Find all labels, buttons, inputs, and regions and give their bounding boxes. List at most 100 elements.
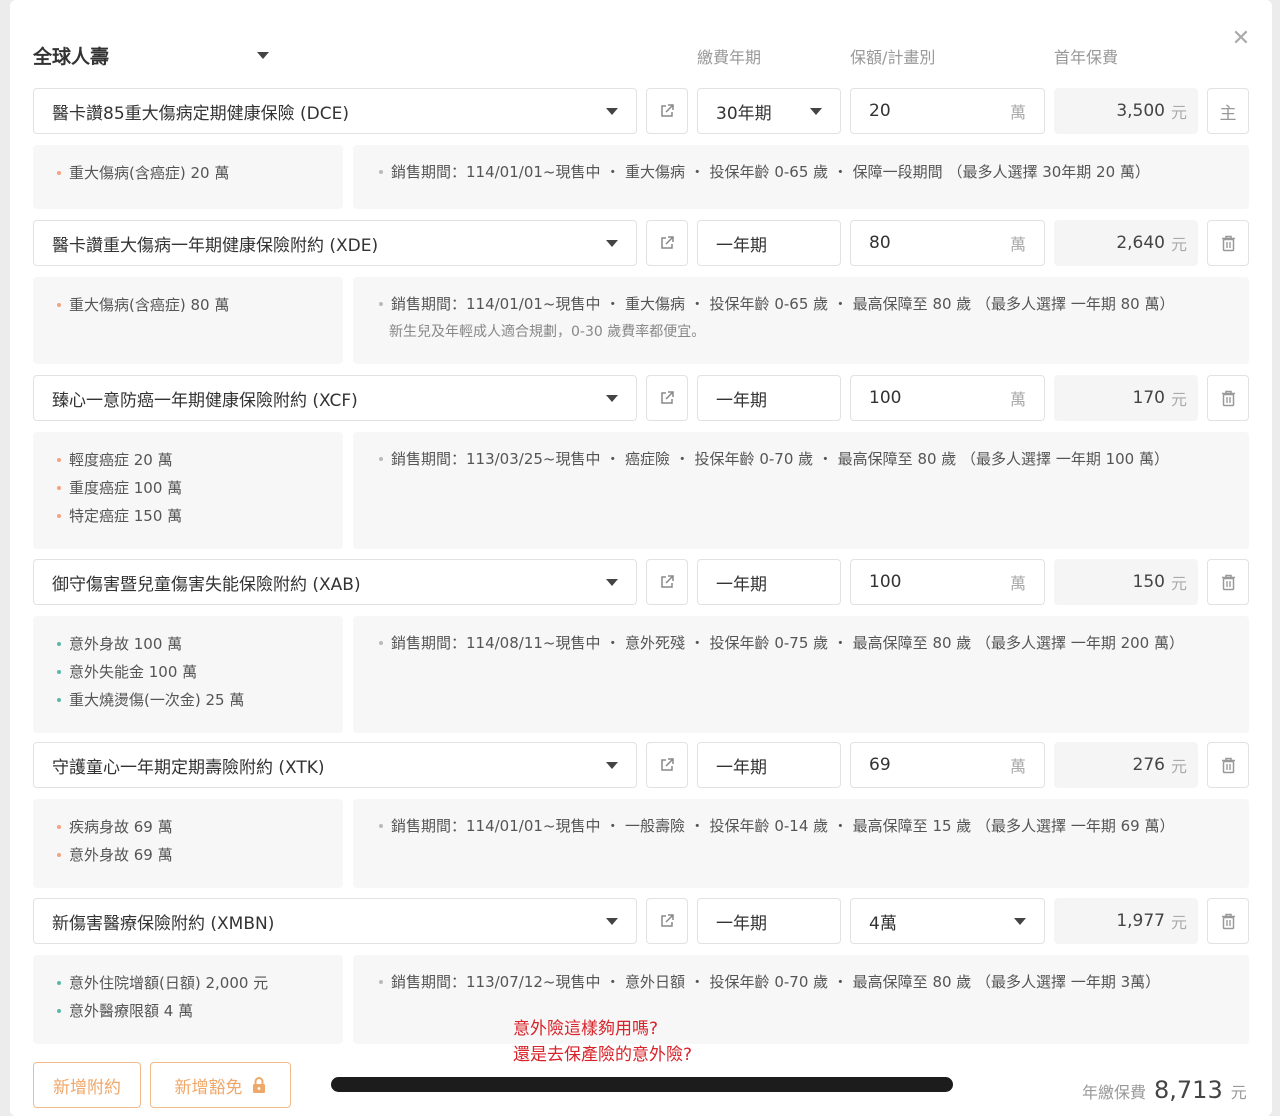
add-waiver-button[interactable]: 新增豁免 [150,1062,291,1108]
info-note: 新生兒及年輕成人適合規劃，0-30 歲費率都便宜。 [389,324,706,340]
note-line-2: 還是去保產險的意外險? [513,1045,693,1065]
chevron-down-icon [606,239,618,247]
close-icon: ✕ [1231,26,1251,51]
coverage-item: 意外住院增額(日額) 2,000 元 [57,969,343,997]
external-link-icon [659,913,675,929]
open-product-button[interactable] [646,898,688,944]
term-select[interactable]: 一年期 [697,742,841,788]
term-select[interactable]: 一年期 [697,898,841,944]
open-product-button[interactable] [646,220,688,266]
premium-value: 150 [1132,572,1165,592]
term-value: 一年期 [716,390,767,411]
product-select[interactable]: 臻心一意防癌一年期健康保險附約 (XCF) [33,375,637,421]
amount-input[interactable]: 69 萬 [850,742,1045,788]
product-info: 銷售期間：114/01/01~現售中 ・ 重大傷病 ・ 投保年齡 0-65 歲 … [353,277,1249,364]
amount-value: 100 [869,388,902,408]
term-value: 30年期 [716,103,772,124]
product-select[interactable]: 新傷害醫療保險附約 (XMBN) [33,898,637,944]
term-select[interactable]: 一年期 [697,375,841,421]
product-info: 銷售期間：113/07/12~現售中 ・ 意外日額 ・ 投保年齡 0-70 歲 … [353,955,1249,1044]
coverage-item: 輕度癌症 20 萬 [57,446,343,474]
premium-value: 276 [1132,755,1165,775]
coverage-item: 意外身故 69 萬 [57,841,343,869]
premium-value: 2,640 [1116,233,1165,253]
open-product-button[interactable] [646,742,688,788]
amount-input[interactable]: 100 萬 [850,559,1045,605]
coverage-list: 疾病身故 69 萬意外身故 69 萬 [33,799,343,888]
chevron-down-icon [606,107,618,115]
product-name: 醫卡讚重大傷病一年期健康保險附約 (XDE) [52,235,379,256]
trash-icon [1221,390,1236,407]
external-link-icon [659,574,675,590]
chevron-down-icon [606,761,618,769]
coverage-item: 意外身故 100 萬 [57,630,343,658]
term-select[interactable]: 一年期 [697,559,841,605]
delete-rider-button[interactable] [1207,742,1249,788]
coverage-item: 意外醫療限額 4 萬 [57,997,343,1025]
open-product-button[interactable] [646,559,688,605]
premium-unit: 元 [1170,103,1187,122]
amount-input[interactable]: 80 萬 [850,220,1045,266]
total-unit: 元 [1230,1083,1247,1102]
external-link-icon [659,390,675,406]
chevron-down-icon [1014,917,1026,925]
external-link-icon [659,235,675,251]
coverage-list: 重大傷病(含癌症) 80 萬 [33,277,343,364]
product-name: 守護童心一年期定期壽險附約 (XTK) [52,757,325,778]
amount-unit: 萬 [1009,574,1026,593]
chevron-down-icon [606,578,618,586]
product-select[interactable]: 御守傷害暨兒童傷害失能保險附約 (XAB) [33,559,637,605]
total-label: 年繳保費 [1082,1083,1147,1102]
premium-value: 3,500 [1116,101,1165,121]
amount-value: 69 [869,755,891,775]
product-select[interactable]: 醫卡讚重大傷病一年期健康保險附約 (XDE) [33,220,637,266]
premium-unit: 元 [1170,235,1187,254]
annual-premium-total: 年繳保費 8,713 元 [1082,1076,1247,1104]
main-badge-label: 主 [1219,103,1237,124]
delete-rider-button[interactable] [1207,220,1249,266]
product-info: 銷售期間：114/08/11~現售中 ・ 意外死殘 ・ 投保年齡 0-75 歲 … [353,616,1249,733]
amount-input[interactable]: 4萬 [850,898,1045,944]
header-amount: 保額/計畫別 [850,48,936,67]
premium-display: 1,977 元 [1054,898,1198,944]
product-select[interactable]: 守護童心一年期定期壽險附約 (XTK) [33,742,637,788]
delete-rider-button[interactable] [1207,375,1249,421]
premium-unit: 元 [1170,390,1187,409]
main-policy-badge: 主 [1207,88,1249,134]
amount-unit: 萬 [1009,235,1026,254]
product-name: 御守傷害暨兒童傷害失能保險附約 (XAB) [52,574,361,595]
amount-input[interactable]: 100 萬 [850,375,1045,421]
sales-info: 銷售期間：114/08/11~現售中 ・ 意外死殘 ・ 投保年齡 0-75 歲 … [379,629,1249,657]
coverage-item: 重大傷病(含癌症) 80 萬 [57,291,343,319]
amount-unit: 萬 [1009,390,1026,409]
premium-unit: 元 [1170,913,1187,932]
delete-rider-button[interactable] [1207,559,1249,605]
product-select[interactable]: 醫卡讚85重大傷病定期健康保險 (DCE) [33,88,637,134]
term-value: 一年期 [716,235,767,256]
company-select[interactable]: 全球人壽 [33,38,269,72]
coverage-item: 意外失能金 100 萬 [57,658,343,686]
delete-rider-button[interactable] [1207,898,1249,944]
product-name: 醫卡讚85重大傷病定期健康保險 (DCE) [52,103,350,124]
open-product-button[interactable] [646,88,688,134]
amount-value: 20 [869,101,891,121]
chevron-down-icon [810,107,822,115]
close-button[interactable]: ✕ [1229,26,1253,52]
premium-value: 170 [1132,388,1165,408]
add-rider-label: 新增附約 [53,1077,121,1098]
open-product-button[interactable] [646,375,688,421]
sales-info: 銷售期間：113/03/25~現售中 ・ 癌症險 ・ 投保年齡 0-70 歲 ・… [379,445,1249,473]
amount-input[interactable]: 20 萬 [850,88,1045,134]
insurance-plan-panel: 全球人壽 繳費年期 保額/計畫別 首年保費 ✕ 醫卡讚85重大傷病定期健康保險 … [10,0,1272,1116]
term-select[interactable]: 一年期 [697,220,841,266]
sales-info: 銷售期間：114/01/01~現售中 ・ 重大傷病 ・ 投保年齡 0-65 歲 … [379,290,1249,318]
header-term: 繳費年期 [697,48,762,67]
trash-icon [1221,574,1236,591]
coverage-list: 重大傷病(含癌症) 20 萬 [33,145,343,209]
amount-value: 4萬 [869,913,897,934]
redaction-bar [331,1077,953,1092]
add-rider-button[interactable]: 新增附約 [33,1062,141,1108]
term-select[interactable]: 30年期 [697,88,841,134]
external-link-icon [659,103,675,119]
term-value: 一年期 [716,757,767,778]
